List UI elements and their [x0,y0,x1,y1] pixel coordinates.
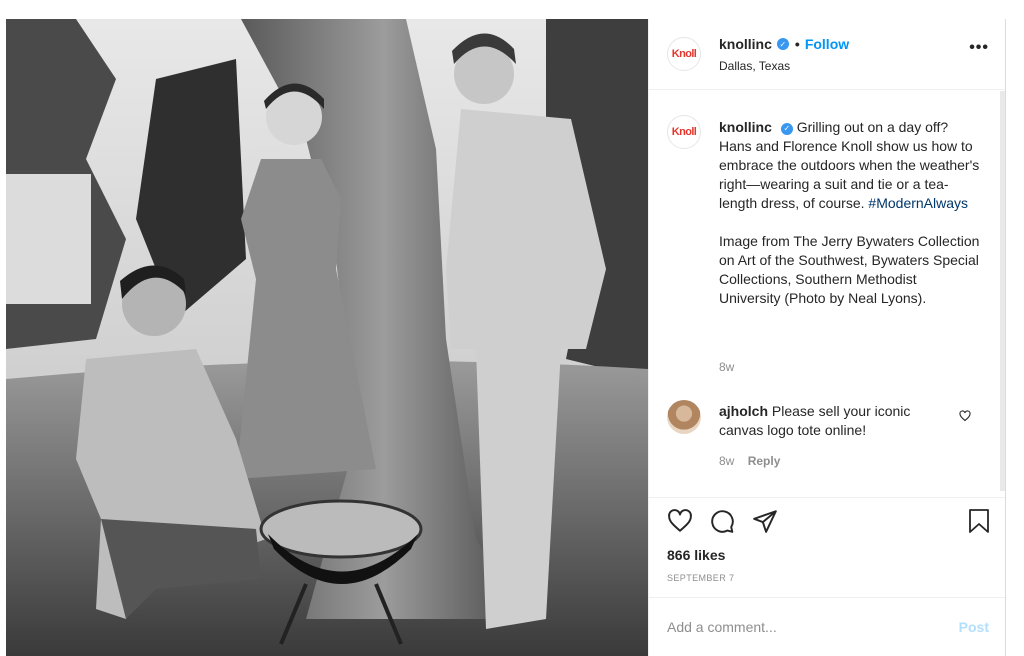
header-user-line: knollinc ✓ • Follow [719,36,849,52]
post-header: Knoll knollinc ✓ • Follow Dallas, Texas … [649,19,1005,90]
likes-count[interactable]: 866 likes [667,547,725,563]
post-actions: 866 likes SEPTEMBER 7 [649,497,1005,597]
post-location[interactable]: Dallas, Texas [719,59,790,73]
heart-icon[interactable] [667,508,693,539]
caption-first-paragraph: knollinc ✓ Grilling out on a day off? Ha… [719,118,981,213]
knoll-logo-text: Knoll [671,126,697,138]
caption: knollinc ✓ Grilling out on a day off? Ha… [719,118,981,308]
comment: ajholch Please sell your iconic canvas l… [719,402,949,440]
verified-badge-icon: ✓ [780,122,793,135]
reply-button[interactable]: Reply [748,454,781,468]
comment-like-heart-icon[interactable] [959,409,971,427]
knoll-logo-text: Knoll [671,48,697,60]
caption-timestamp[interactable]: 8w [719,360,734,374]
bookmark-icon[interactable] [967,508,991,539]
caption-hashtag[interactable]: #ModernAlways [868,195,968,211]
comment-meta: 8w Reply [719,454,780,468]
follow-button[interactable]: Follow [805,36,849,52]
post-date[interactable]: SEPTEMBER 7 [667,573,734,583]
comment-icon[interactable] [709,508,735,539]
caption-credit: Image from The Jerry Bywaters Collection… [719,233,980,306]
post-photo-illustration [6,19,648,656]
caption-username[interactable]: knollinc [719,119,772,135]
author-username[interactable]: knollinc [719,36,772,52]
comment-timestamp[interactable]: 8w [719,454,734,468]
separator-dot: • [794,36,800,52]
post-photo[interactable] [6,19,648,656]
author-avatar[interactable]: Knoll [667,37,701,71]
comment-username[interactable]: ajholch [719,403,768,419]
add-comment-input[interactable] [667,619,937,635]
share-icon[interactable] [752,508,778,539]
comments-scrollbar[interactable] [1000,91,1005,491]
post-detail-panel: Knoll knollinc ✓ • Follow Dallas, Texas … [648,19,1006,656]
commenter-avatar[interactable] [667,400,701,434]
verified-badge-icon: ✓ [776,38,789,50]
caption-author-avatar[interactable]: Knoll [667,115,701,149]
more-options-icon[interactable]: ••• [969,39,989,57]
add-comment-bar: Post [649,597,1005,656]
comments-area[interactable]: Knoll knollinc ✓ Grilling out on a day o… [649,91,1005,497]
post-comment-button[interactable]: Post [959,619,989,635]
